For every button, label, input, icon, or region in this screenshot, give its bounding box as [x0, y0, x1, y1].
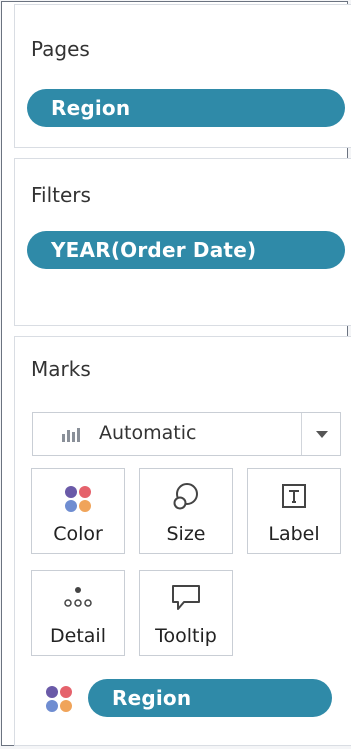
- detail-card[interactable]: Detail: [31, 570, 125, 656]
- filters-title: Filters: [31, 183, 91, 207]
- label-card[interactable]: Label: [247, 468, 341, 554]
- chevron-down-icon[interactable]: [316, 431, 328, 438]
- size-circle-icon: [173, 483, 198, 510]
- label-card-label: Label: [268, 523, 320, 545]
- color-card-label: Color: [53, 523, 103, 545]
- tooltip-card-label: Tooltip: [155, 625, 217, 647]
- size-card-label: Size: [166, 523, 206, 545]
- mark-type-dropdown[interactable]: Automatic: [32, 412, 341, 456]
- shelves-frame: Pages Region Filters YEAR(Order Date) Ma…: [1, 1, 351, 746]
- color-dots-icon: [65, 486, 91, 512]
- filters-year-order-date-pill[interactable]: YEAR(Order Date): [27, 231, 345, 269]
- filters-shelf: Filters YEAR(Order Date): [14, 158, 351, 326]
- color-card[interactable]: Color: [31, 468, 125, 554]
- dropdown-separator: [301, 413, 302, 455]
- detail-card-label: Detail: [50, 625, 106, 647]
- pages-title: Pages: [31, 37, 90, 61]
- text-box-icon: [282, 484, 306, 508]
- pages-shelf: Pages Region: [14, 4, 351, 148]
- size-card[interactable]: Size: [139, 468, 233, 554]
- pages-region-pill[interactable]: Region: [27, 89, 345, 127]
- marks-title: Marks: [31, 357, 91, 381]
- marks-color-region-pill[interactable]: Region: [88, 679, 332, 717]
- color-dots-icon: [46, 686, 72, 712]
- mark-type-label: Automatic: [99, 422, 197, 444]
- bar-chart-icon: [62, 428, 80, 442]
- detail-dots-icon: [64, 587, 92, 607]
- tooltip-card[interactable]: Tooltip: [139, 570, 233, 656]
- speech-bubble-icon: [172, 585, 200, 610]
